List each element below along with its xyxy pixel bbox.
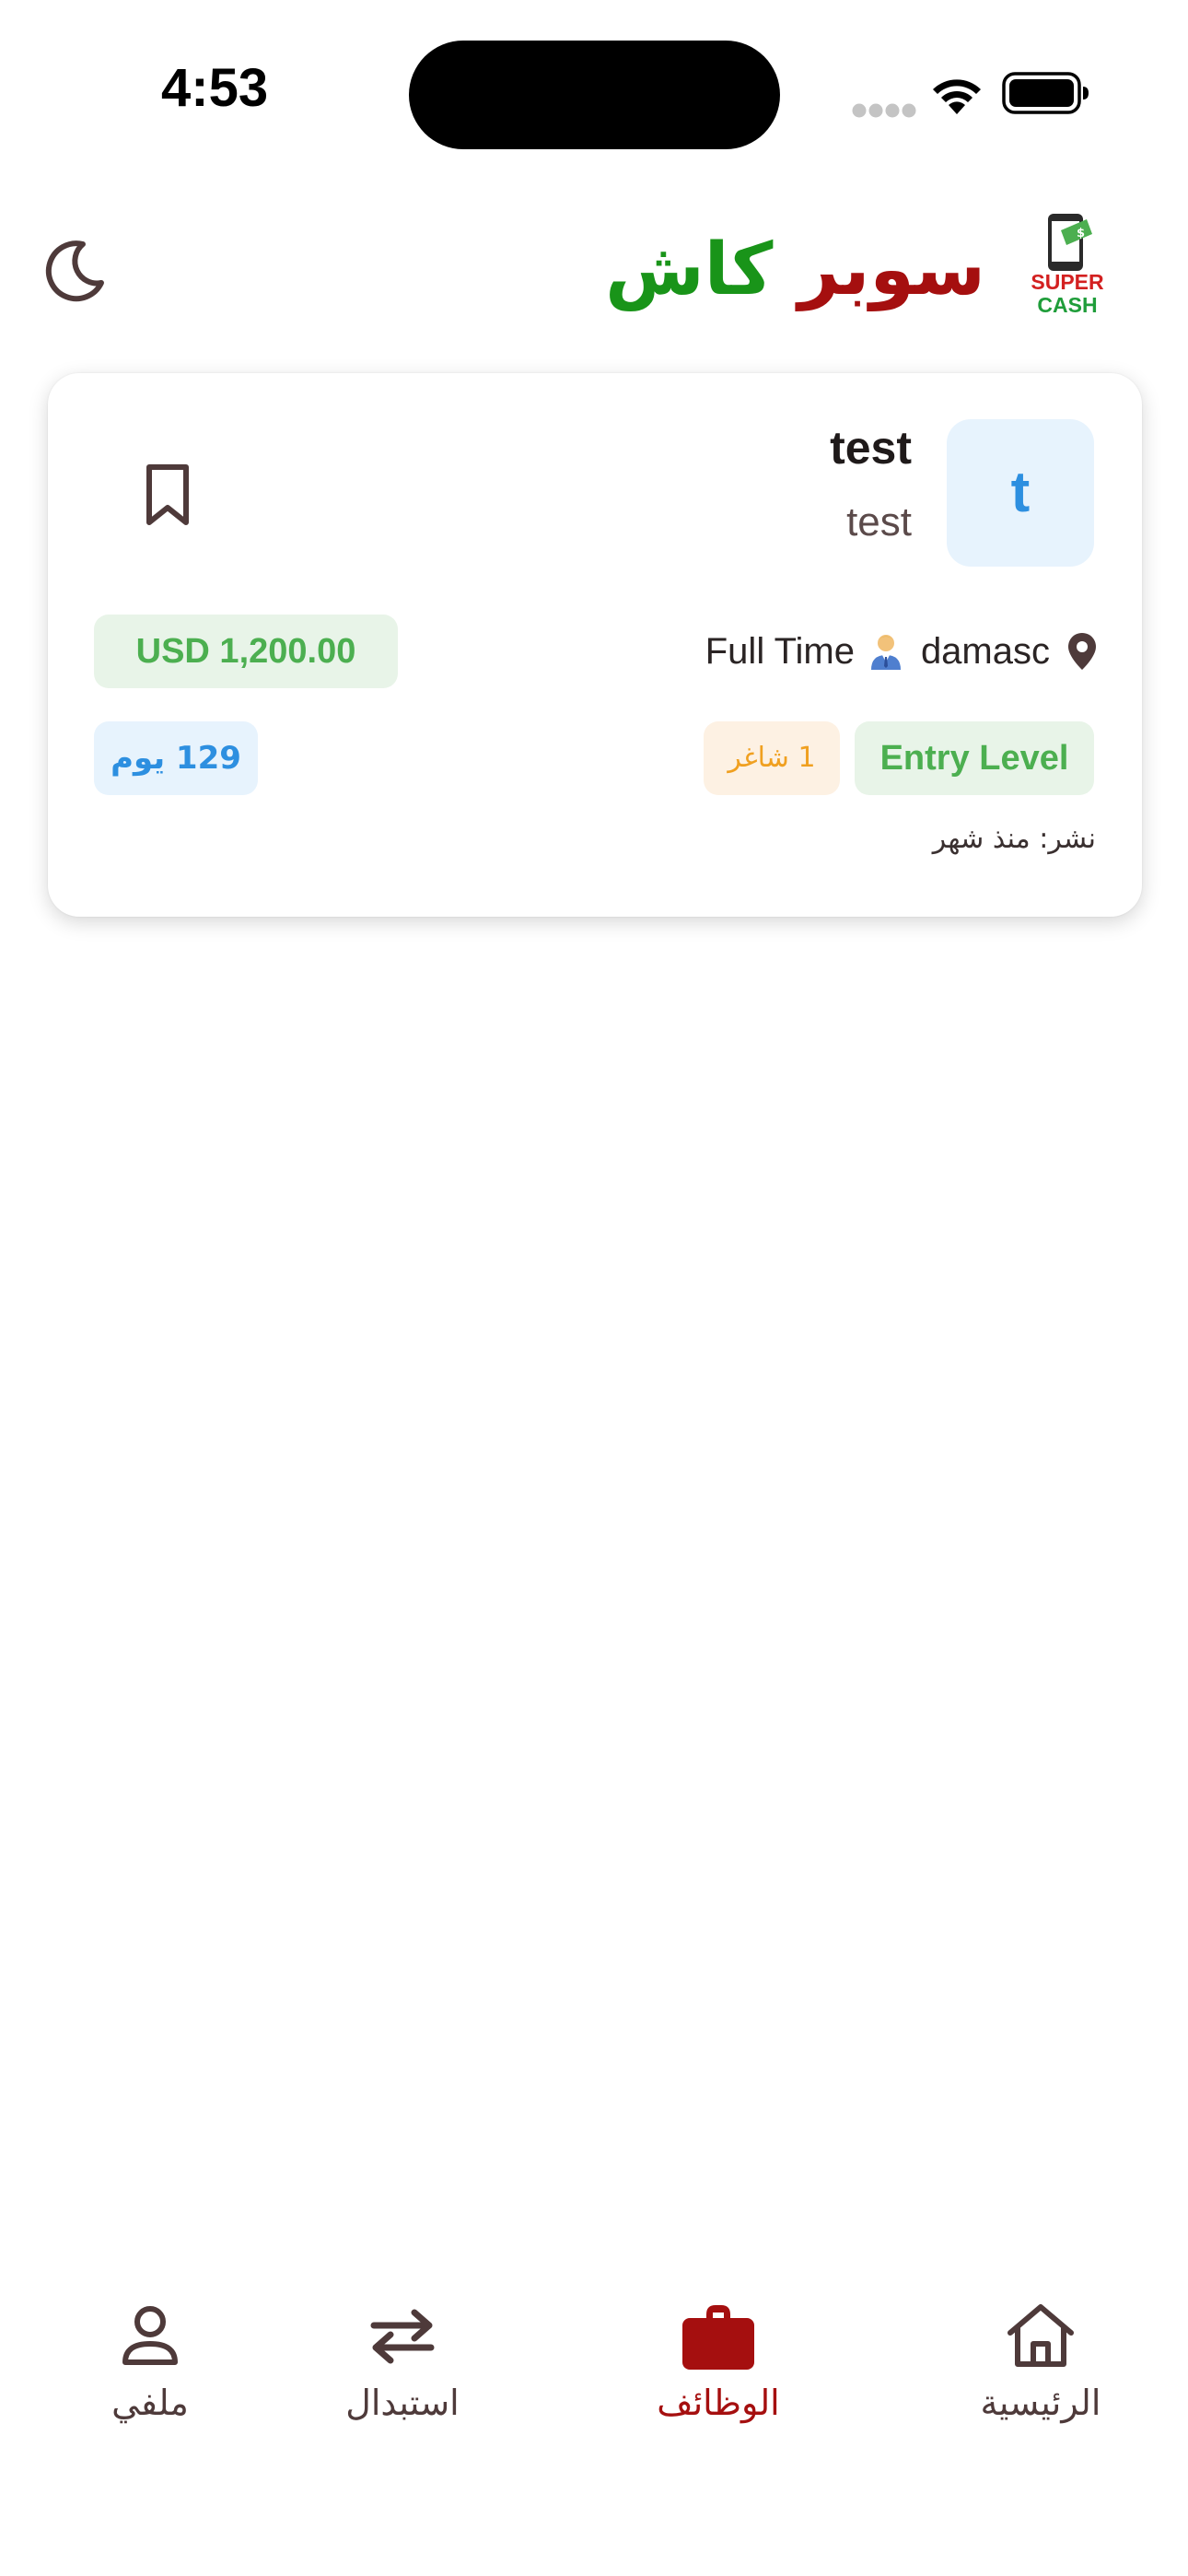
nav-label-home: الرئيسية — [980, 2383, 1101, 2423]
nav-item-exchange[interactable]: استبدال — [301, 2285, 504, 2469]
brand-title-green: كاش — [605, 228, 774, 311]
nav-item-home[interactable]: الرئيسية — [939, 2285, 1142, 2469]
home-icon — [1007, 2304, 1074, 2367]
salary-badge: USD 1,200.00 — [94, 615, 398, 688]
nav-item-profile[interactable]: ملفي — [49, 2285, 251, 2469]
bottom-nav: ملفي استبدال الوظائف الرئيسية — [0, 2285, 1188, 2469]
battery-icon — [1002, 72, 1089, 114]
location-label: damasc — [920, 630, 1050, 672]
logo-super-text: SUPER — [1031, 270, 1104, 294]
company-name: test — [846, 499, 912, 544]
app-header: سوبر كاش $ SUPER CASH — [0, 184, 1188, 359]
briefcase-icon — [682, 2305, 754, 2370]
bookmark-icon[interactable] — [129, 456, 206, 533]
nav-item-jobs[interactable]: الوظائف — [617, 2285, 820, 2469]
logo-wordmark: SUPER CASH — [1017, 271, 1118, 317]
nav-label-jobs: الوظائف — [657, 2383, 780, 2423]
status-time: 4:53 — [161, 58, 269, 118]
job-location: damasc — [895, 615, 1098, 688]
cellular-signal-icon — [852, 103, 916, 118]
wifi-icon — [933, 79, 981, 114]
nav-label-profile: ملفي — [111, 2383, 189, 2423]
company-avatar: t — [947, 419, 1094, 567]
swap-arrows-icon — [370, 2309, 435, 2364]
job-type-label: Full Time — [705, 630, 855, 672]
moon-icon[interactable] — [37, 235, 111, 309]
brand-title-red: سوبر — [798, 228, 985, 311]
posted-time: نشر: منذ شهر — [932, 823, 1096, 855]
job-card[interactable]: t test test USD 1,200.00 Full Time damas… — [48, 373, 1142, 917]
logo-cash-text: CASH — [1037, 293, 1098, 317]
vacancies-badge: 1 شاغر — [704, 721, 840, 795]
svg-text:$: $ — [1077, 227, 1085, 240]
experience-level-badge: Entry Level — [855, 721, 1094, 795]
job-title: test — [830, 422, 912, 474]
days-left-badge: 129 يوم — [94, 721, 258, 795]
status-bar: 4:53 — [0, 0, 1188, 184]
app-screen: 4:53 سوبر كاش $ SUPER CASH t test test U… — [0, 0, 1188, 2576]
job-type: Full Time — [628, 615, 904, 688]
person-icon — [122, 2306, 178, 2365]
location-pin-icon — [1068, 633, 1096, 670]
dynamic-island — [409, 41, 780, 149]
brand-title: سوبر كاش — [605, 219, 985, 321]
nav-label-exchange: استبدال — [345, 2383, 460, 2423]
